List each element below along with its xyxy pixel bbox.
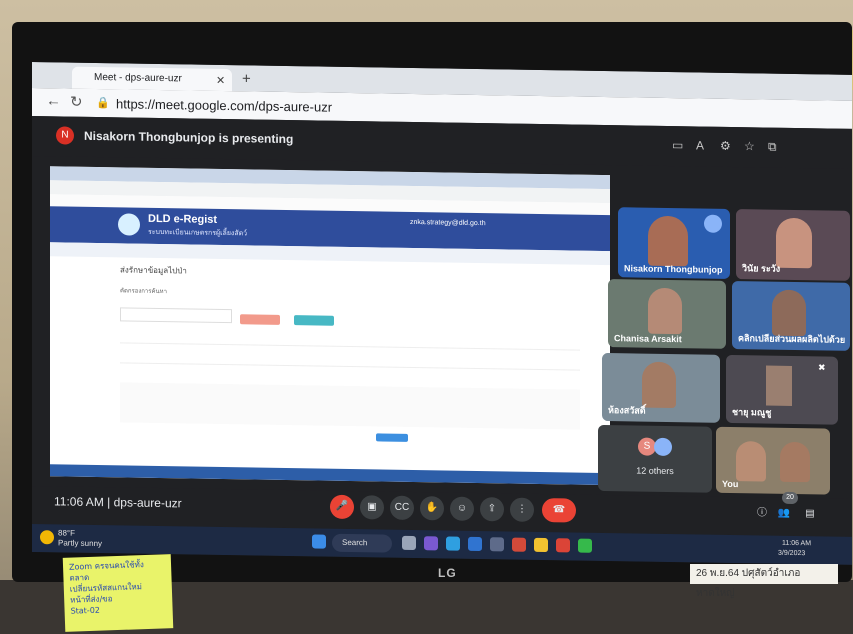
monitor-brand-logo: LG	[438, 566, 457, 580]
divider	[120, 342, 580, 351]
taskbar-clock-date: 3/9/2023	[778, 549, 806, 558]
dld-table	[120, 382, 580, 430]
dld-search-button[interactable]	[294, 315, 334, 326]
dld-clear-button[interactable]	[240, 314, 280, 325]
participant-avatar-icon	[654, 437, 672, 457]
sticky-note: Zoom ครจนคนใช้ทั้ง ตลาด เปลี่ยนรหัสสแกนใ…	[62, 554, 174, 632]
read-aloud-icon[interactable]: A	[696, 138, 704, 152]
chrome-icon[interactable]	[556, 538, 570, 553]
mic-off-icon: ✖	[818, 362, 826, 373]
windows-start-icon[interactable]	[312, 534, 326, 549]
participant-tile[interactable]: วินัย ระวัง	[736, 209, 850, 281]
task-view-icon[interactable]	[402, 535, 416, 551]
others-tile[interactable]: S 12 others	[598, 424, 712, 493]
camera-icon[interactable]: ▣	[360, 495, 384, 520]
participant-name: Chanisa Arsakit	[614, 333, 682, 345]
taskbar-search[interactable]: Search	[332, 533, 392, 553]
participant-tile[interactable]: ห้องสวัสดิ์	[602, 352, 720, 423]
monitor-screen: Meet - dps-aure-uzr ✕ + ← ↻ 🔒 https://me…	[32, 62, 852, 565]
weather-temperature: 88°F	[58, 528, 75, 538]
raise-hand-icon[interactable]: ✋	[420, 496, 444, 521]
participant-tile[interactable]: คลิกเปลียส่วนผลผลิตไปด้วย	[732, 280, 850, 351]
participant-count-badge: 20	[782, 491, 798, 505]
participant-video	[648, 215, 688, 267]
dld-select[interactable]	[120, 307, 232, 324]
others-count-label: 12 others	[636, 465, 674, 477]
line-app-icon[interactable]	[578, 538, 592, 553]
people-icon[interactable]: 👥	[772, 502, 796, 526]
participant-tile[interactable]: ✖ ชายุ มณูชู	[726, 354, 838, 425]
dld-title: DLD e-Regist	[148, 212, 218, 226]
meeting-time-code: 11:06 AM | dps-aure-uzr	[54, 494, 182, 511]
participant-name: Nisakorn Thongbunjop	[624, 263, 723, 275]
participant-tile[interactable]: You	[716, 426, 830, 495]
dld-submit-button[interactable]	[376, 433, 408, 442]
dld-sub-heading: คัดกรองการค้นหา	[120, 288, 167, 296]
participant-video	[736, 441, 766, 482]
weather-description: Partly sunny	[58, 538, 103, 549]
participant-tile[interactable]: Chanisa Arsakit	[608, 279, 726, 349]
store-icon[interactable]	[512, 537, 526, 552]
dld-subtitle: ระบบทะเบียนเกษตรกรผู้เลี้ยงสัตว์	[148, 228, 248, 238]
file-explorer-icon[interactable]	[490, 537, 504, 552]
present-screen-icon[interactable]: ⇪	[480, 497, 504, 522]
participant-video	[766, 365, 792, 406]
dld-user-email: znka.strategy@dld.go.th	[410, 218, 486, 228]
participant-video	[642, 361, 676, 409]
leave-call-button[interactable]: ☎	[542, 498, 576, 523]
participant-video	[780, 441, 810, 483]
mail-icon[interactable]	[468, 536, 482, 552]
weather-icon[interactable]	[40, 530, 54, 545]
participant-video	[772, 289, 806, 337]
chat-icon[interactable]: ▤	[798, 502, 822, 526]
plus-icon[interactable]: +	[242, 70, 251, 87]
divider	[120, 362, 580, 371]
sticky-line: Stat-02	[70, 605, 101, 616]
star-icon[interactable]: ☆	[744, 139, 755, 153]
participant-name: คลิกเปลียส่วนผลผลิตไปด้วย	[738, 333, 846, 345]
participant-name: ห้องสวัสดิ์	[608, 405, 646, 416]
collections-icon[interactable]: ⧉	[768, 140, 777, 155]
monitor-label-tag: 26 พ.ย.64 ปศุสัตว์อำเภอ หาดใหญ่	[690, 564, 838, 599]
participant-name: ชายุ มณูชู	[732, 406, 772, 418]
participant-tile[interactable]: Nisakorn Thongbunjop	[618, 207, 730, 279]
participant-name: You	[722, 478, 739, 490]
presenting-banner: Nisakorn Thongbunjop is presenting	[84, 128, 294, 147]
shared-taskbar	[50, 464, 610, 486]
extension-icon[interactable]: ⚙	[720, 139, 731, 153]
camera-icon[interactable]: ▭	[672, 138, 683, 152]
browser-tab-meet[interactable]: Meet - dps-aure-uzr	[72, 66, 232, 92]
chat-app-icon[interactable]	[424, 536, 438, 551]
refresh-icon[interactable]: ↻	[70, 93, 83, 111]
lock-icon: 🔒	[96, 97, 110, 110]
taskbar-clock-time: 11:06 AM	[782, 539, 812, 548]
participant-video	[776, 217, 812, 269]
edge-icon[interactable]	[446, 536, 460, 551]
shared-screen: DLD e-Regist ระบบทะเบียนเกษตรกรผู้เลี้ยง…	[50, 166, 610, 486]
emoji-icon[interactable]: ☺	[450, 496, 474, 521]
speaking-indicator-icon	[704, 214, 722, 233]
close-icon[interactable]: ✕	[216, 74, 225, 87]
more-options-icon[interactable]: ⋮	[510, 497, 534, 522]
back-icon[interactable]: ←	[46, 92, 61, 109]
dld-page-heading: ส่งรักษาข้อมูลไปป่า	[120, 265, 187, 276]
participant-name: วินัย ระวัง	[742, 263, 781, 274]
tab-title: Meet - dps-aure-uzr	[94, 71, 182, 85]
captions-icon[interactable]: CC	[390, 495, 414, 521]
mic-off-icon[interactable]: 🎤	[330, 494, 354, 520]
dld-logo	[118, 213, 140, 236]
participant-video	[648, 287, 682, 335]
presenter-avatar: N	[56, 126, 74, 145]
folder-icon[interactable]	[534, 537, 548, 553]
info-icon[interactable]: ⓘ	[750, 501, 774, 525]
